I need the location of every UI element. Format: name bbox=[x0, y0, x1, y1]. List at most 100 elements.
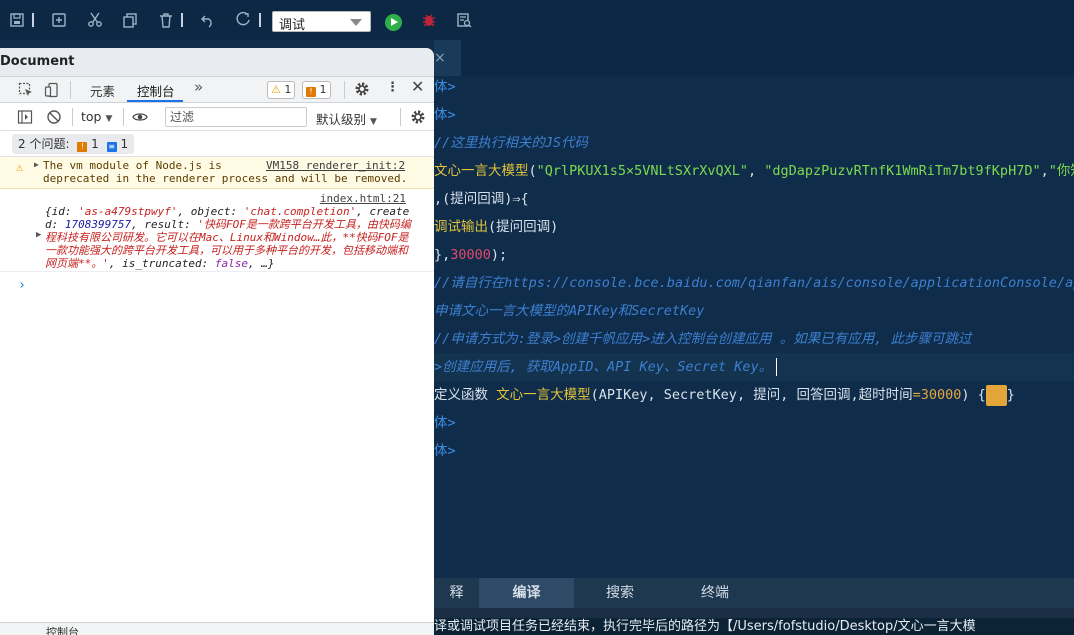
code-token: ,(提问回调)⇒{ bbox=[434, 191, 529, 207]
warning-icon: ⚠ bbox=[271, 83, 281, 96]
tab-annotation[interactable]: 释 bbox=[434, 578, 479, 608]
code-line[interactable]: //申请方式为:登录>创建千帆应用>进入控制台创建应用 。如果已有应用, 此步骤… bbox=[434, 325, 1074, 353]
redo-icon[interactable] bbox=[234, 11, 252, 29]
code-token: (APIKey, SecretKey, 提问, 回答回调,超时时间 bbox=[590, 387, 913, 403]
issues-button[interactable]: 2 个问题: ! 1 ≡ 1 bbox=[12, 134, 135, 154]
more-tabs-icon[interactable]: » bbox=[194, 78, 203, 96]
errors-badge[interactable]: ! 1 bbox=[302, 81, 331, 99]
devtools-titlebar: Document bbox=[0, 48, 434, 77]
code-line[interactable]: 体> bbox=[434, 437, 1074, 465]
console-prompt[interactable]: › bbox=[18, 278, 26, 293]
code-token: //这里执行相关的JS代码 bbox=[434, 135, 589, 151]
log-level-select[interactable]: 默认级别 ▼ bbox=[316, 109, 377, 128]
code-token: =30000 bbox=[912, 387, 962, 403]
bottom-panel: 释 编译 搜索 终端 译或调试项目任务已经结束，执行完毕后的路径为【/Users… bbox=[434, 578, 1074, 635]
code-token: }, bbox=[434, 247, 451, 263]
code-token: 定义函数 bbox=[434, 387, 497, 403]
warnings-badge[interactable]: ⚠ 1 bbox=[267, 81, 296, 99]
close-icon[interactable]: × bbox=[434, 50, 446, 66]
errors-count: 1 bbox=[319, 83, 327, 96]
code-token: 体> bbox=[434, 79, 456, 95]
devtools-window: Document 元素 控制台 » ⚠ 1 ! 1 ⋮ ✕ top ▼ 过滤 默… bbox=[0, 48, 434, 635]
code-token: "你知道 bbox=[1048, 163, 1074, 179]
log-source-link[interactable]: index.html:21 bbox=[320, 192, 406, 205]
tab-divider bbox=[344, 81, 345, 99]
tab-search[interactable]: 搜索 bbox=[574, 578, 666, 608]
context-select[interactable]: top ▼ bbox=[81, 109, 112, 124]
log-token: 'chat.completion' bbox=[243, 205, 357, 218]
expand-arrow-icon[interactable]: ▶ bbox=[36, 230, 41, 240]
drawer-tab-console[interactable]: 控制台 bbox=[46, 624, 79, 635]
active-tab-indicator bbox=[127, 100, 183, 102]
search-file-icon[interactable] bbox=[455, 11, 473, 29]
sidebar-toggle-icon[interactable] bbox=[17, 109, 33, 130]
cut-icon[interactable] bbox=[86, 11, 104, 29]
tab-console[interactable]: 控制台 bbox=[137, 81, 175, 100]
console-warning-message[interactable]: ⚠ ▶ The vm module of Node.js is deprecat… bbox=[0, 157, 434, 189]
code-line[interactable]: 定义函数 文心一言大模型(APIKey, SecretKey, 提问, 回答回调… bbox=[434, 381, 1074, 409]
inspect-element-icon[interactable] bbox=[18, 82, 34, 103]
code-token: 调试输出 bbox=[434, 219, 488, 235]
warning-source-link[interactable]: VM158 renderer_init:2 bbox=[266, 159, 405, 172]
code-line[interactable]: >创建应用后, 获取AppID、API Key、Secret Key。 bbox=[434, 353, 1074, 381]
gear-icon[interactable] bbox=[354, 81, 370, 102]
save-icon[interactable] bbox=[8, 11, 26, 29]
devtools-tabbar: 元素 控制台 » ⚠ 1 ! 1 ⋮ ✕ bbox=[0, 77, 434, 103]
code-line[interactable]: 体> bbox=[434, 409, 1074, 437]
code-token: >创建应用后, 获取AppID、API Key、Secret Key。 bbox=[434, 359, 773, 375]
device-toolbar-icon[interactable] bbox=[44, 82, 60, 103]
console-log-message[interactable]: index.html:21 ▶ {id: 'as-a479stpwyf', ob… bbox=[0, 190, 434, 272]
code-token: ) { bbox=[961, 387, 986, 403]
close-icon[interactable]: ✕ bbox=[411, 79, 424, 95]
tab-compile[interactable]: 编译 bbox=[479, 578, 574, 608]
code-line[interactable]: },30000); bbox=[434, 241, 1074, 269]
run-mode-select[interactable]: 调试 bbox=[272, 11, 371, 33]
code-token: ); bbox=[490, 247, 508, 263]
console-settings-icon[interactable] bbox=[410, 109, 426, 130]
collapsed-code-icon[interactable] bbox=[985, 384, 1007, 406]
code-line[interactable]: 申请文心一言大模型的APIKey和SecretKey bbox=[434, 297, 1074, 325]
chevron-down-icon: ▼ bbox=[105, 114, 113, 124]
log-token: , object: bbox=[177, 205, 244, 218]
chevron-down-icon bbox=[350, 19, 362, 26]
undo-icon[interactable] bbox=[199, 11, 217, 29]
code-token: 文心一言大模型 bbox=[496, 387, 591, 403]
toolbar-divider bbox=[259, 13, 261, 27]
copy-icon[interactable] bbox=[121, 11, 139, 29]
log-level-value: 默认级别 bbox=[316, 112, 367, 127]
run-mode-value: 调试 bbox=[279, 18, 306, 33]
info-icon: ≡ bbox=[106, 142, 117, 152]
code-line[interactable]: //请自行在https://console.bce.baidu.com/qian… bbox=[434, 269, 1074, 297]
code-token: 30000 bbox=[450, 247, 491, 263]
issues-bar: 2 个问题: ! 1 ≡ 1 bbox=[0, 131, 434, 157]
code-editor[interactable]: × 体> 体>//这里执行相关的JS代码 文心一言大模型("QrlPKUX1s5×5… bbox=[434, 40, 1074, 578]
code-line[interactable]: //这里执行相关的JS代码 bbox=[434, 129, 1074, 157]
code-lines[interactable]: 体> 体>//这里执行相关的JS代码 文心一言大模型("QrlPKUX1s5×5VN… bbox=[434, 73, 1074, 465]
code-line[interactable]: 调试输出(提问回调) bbox=[434, 213, 1074, 241]
clear-console-icon[interactable] bbox=[46, 109, 62, 130]
tab-terminal[interactable]: 终端 bbox=[669, 578, 761, 608]
devtools-drawer[interactable]: 控制台 bbox=[0, 622, 434, 635]
code-line[interactable]: 体> bbox=[434, 73, 1074, 101]
eye-icon[interactable] bbox=[132, 109, 148, 130]
bug-icon[interactable] bbox=[420, 11, 438, 29]
console-filter-input[interactable]: 过滤 bbox=[165, 107, 307, 127]
code-token: } bbox=[1006, 387, 1015, 403]
issues-info-count: 1 bbox=[120, 137, 129, 151]
log-token: 1708399757 bbox=[64, 218, 132, 231]
toolbar-divider bbox=[181, 13, 183, 27]
code-token: ( bbox=[528, 163, 537, 179]
kebab-menu-icon[interactable]: ⋮ bbox=[386, 80, 399, 96]
delete-icon[interactable] bbox=[157, 11, 175, 29]
tab-elements[interactable]: 元素 bbox=[90, 81, 115, 100]
code-token: "dgDapzPuzvRTnfK1WmRiTm7bt9fKpH7D" bbox=[764, 163, 1041, 179]
code-line[interactable]: ,(提问回调)⇒{ bbox=[434, 185, 1074, 213]
log-token: 'as-a479stpwyf' bbox=[78, 205, 178, 218]
code-line[interactable]: 文心一言大模型("QrlPKUX1s5×5VNLtSXrXvQXL", "dgD… bbox=[434, 157, 1074, 185]
run-button[interactable] bbox=[385, 14, 402, 31]
expand-arrow-icon[interactable]: ▶ bbox=[34, 160, 39, 169]
bottom-tabs: 释 编译 搜索 终端 bbox=[434, 578, 1074, 608]
bar-divider bbox=[400, 108, 401, 126]
new-file-icon[interactable] bbox=[50, 11, 68, 29]
code-line[interactable]: 体> bbox=[434, 101, 1074, 129]
